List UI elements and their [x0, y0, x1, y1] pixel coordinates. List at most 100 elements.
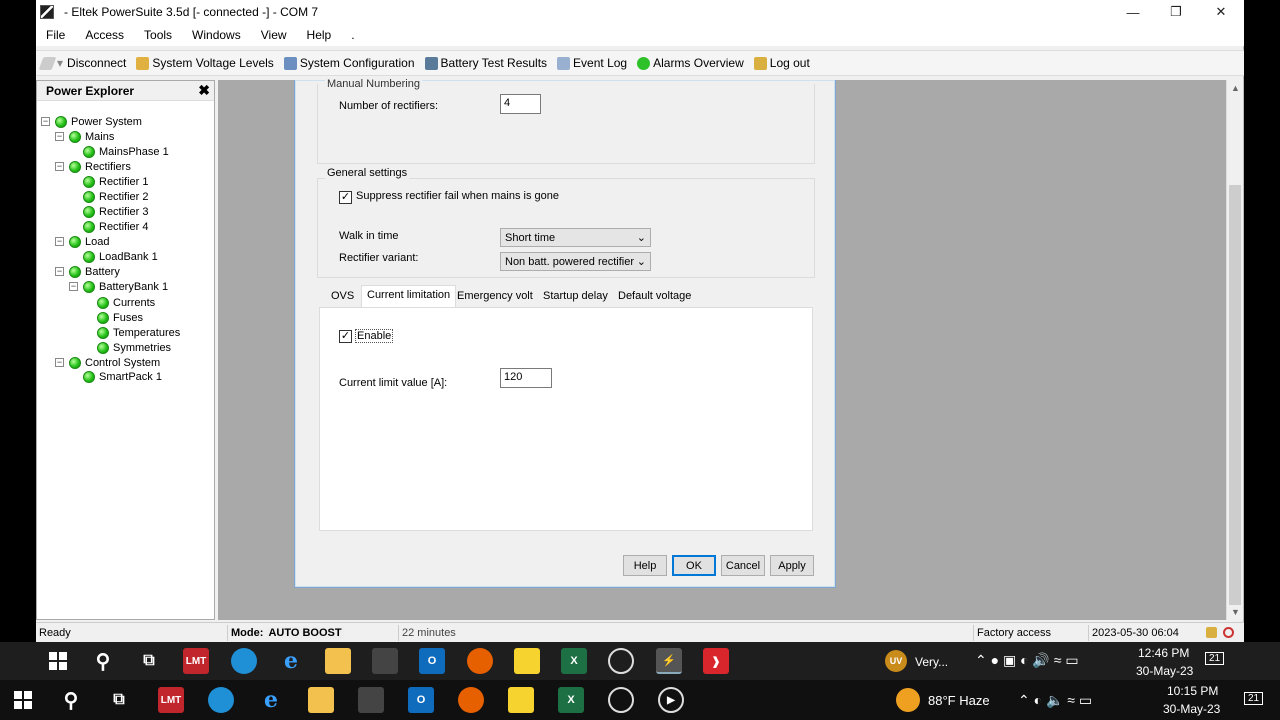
menu-windows[interactable]: Windows: [182, 28, 251, 42]
tab-current-limitation[interactable]: Current limitation: [361, 285, 457, 308]
num-rectifiers-input[interactable]: 4: [500, 94, 541, 114]
collapse-toggle-icon[interactable]: −: [55, 358, 64, 367]
close-icon[interactable]: ✖: [198, 82, 210, 99]
collapse-toggle-icon[interactable]: −: [55, 267, 64, 276]
tree-item[interactable]: Temperatures: [97, 325, 180, 340]
current-limit-input[interactable]: 120: [500, 368, 552, 388]
excel-icon[interactable]: X: [558, 687, 584, 713]
disconnect-button[interactable]: ▾ Disconnect: [36, 56, 131, 70]
tree-item[interactable]: Rectifier 3: [83, 204, 149, 219]
close-button[interactable]: ✕: [1199, 0, 1243, 24]
menu-tools[interactable]: Tools: [134, 28, 182, 42]
file-explorer-icon[interactable]: [325, 648, 351, 674]
windows-start-icon[interactable]: [45, 648, 71, 674]
clock-date[interactable]: 30-May-23: [1163, 702, 1220, 716]
outlook-icon[interactable]: O: [419, 648, 445, 674]
menu-access[interactable]: Access: [75, 28, 134, 42]
tree-item[interactable]: Symmetries: [97, 340, 171, 355]
tree-item[interactable]: BatteryBank 1: [83, 279, 168, 294]
tab-startup-delay[interactable]: Startup delay: [538, 287, 613, 307]
system-voltage-levels-button[interactable]: System Voltage Levels: [131, 56, 278, 70]
menu-help[interactable]: Help: [297, 28, 342, 42]
tree-item[interactable]: Battery: [69, 264, 120, 279]
tray-icons[interactable]: ⌃ ◐ 🔈 ≈ ▭: [1018, 692, 1092, 709]
tree-item[interactable]: Currents: [97, 295, 155, 310]
tree-item[interactable]: Rectifier 4: [83, 219, 149, 234]
app-icon[interactable]: [372, 648, 398, 674]
status-ok-icon: [97, 326, 109, 339]
tab-emergency-volt[interactable]: Emergency volt: [452, 287, 538, 307]
collapse-toggle-icon[interactable]: −: [69, 282, 78, 291]
search-icon[interactable]: ⚲: [58, 687, 84, 713]
tree-item[interactable]: Control System: [69, 355, 160, 370]
app-icon[interactable]: [358, 687, 384, 713]
tree-item[interactable]: Rectifiers: [69, 159, 131, 174]
ie-icon[interactable]: e: [258, 687, 284, 713]
edge-icon[interactable]: [208, 687, 234, 713]
tree-item[interactable]: MainsPhase 1: [83, 144, 169, 159]
obs-icon[interactable]: [608, 648, 634, 674]
tree-item[interactable]: Mains: [69, 129, 114, 144]
menu-file[interactable]: File: [36, 28, 75, 42]
sticky-notes-icon[interactable]: [514, 648, 540, 674]
firefox-icon[interactable]: [458, 687, 484, 713]
collapse-toggle-icon[interactable]: −: [55, 162, 64, 171]
weather-text[interactable]: Very...: [915, 655, 948, 669]
file-explorer-icon[interactable]: [308, 687, 334, 713]
obs-icon[interactable]: [608, 687, 634, 713]
firefox-icon[interactable]: [467, 648, 493, 674]
tree-item[interactable]: Rectifier 2: [83, 189, 149, 204]
lmt-app-icon[interactable]: LMT: [158, 687, 184, 713]
variant-select[interactable]: Non batt. powered rectifier ⌄: [500, 252, 651, 271]
enable-checkbox[interactable]: ✓: [339, 330, 352, 343]
tree-item[interactable]: LoadBank 1: [83, 249, 158, 264]
notification-badge[interactable]: 21: [1244, 692, 1264, 705]
help-button[interactable]: Help: [623, 555, 667, 576]
excel-icon[interactable]: X: [561, 648, 587, 674]
task-view-icon[interactable]: ⧉: [136, 648, 162, 674]
clock-time[interactable]: 12:46 PM: [1138, 646, 1189, 660]
tree-item[interactable]: Fuses: [97, 310, 143, 325]
restore-button[interactable]: ❐: [1154, 0, 1198, 24]
sticky-notes-icon[interactable]: [508, 687, 534, 713]
lmt-app-icon[interactable]: LMT: [183, 648, 209, 674]
system-configuration-button[interactable]: System Configuration: [279, 56, 420, 70]
search-icon[interactable]: ⚲: [90, 648, 116, 674]
cancel-button[interactable]: Cancel: [721, 555, 765, 576]
menu-view[interactable]: View: [251, 28, 297, 42]
task-view-icon[interactable]: ⧉: [106, 687, 132, 713]
outlook-icon[interactable]: O: [408, 687, 434, 713]
app-red-icon[interactable]: ❱: [703, 648, 729, 674]
scroll-thumb[interactable]: [1229, 185, 1241, 605]
menu-extra[interactable]: .: [341, 28, 364, 42]
tree-item[interactable]: Rectifier 1: [83, 174, 149, 189]
windows-start-icon[interactable]: [10, 687, 36, 713]
weather-text[interactable]: 88°F Haze: [928, 693, 990, 708]
tray-icons[interactable]: ⌃ ● ▣ ◐ 🔊 ≈ ▭: [975, 652, 1079, 669]
tree-item[interactable]: SmartPack 1: [83, 369, 162, 384]
tree-item[interactable]: Load: [69, 234, 109, 249]
suppress-checkbox[interactable]: ✓: [339, 191, 352, 204]
tab-ovs[interactable]: OVS: [326, 287, 359, 307]
collapse-toggle-icon[interactable]: −: [55, 237, 64, 246]
ie-icon[interactable]: e: [278, 648, 304, 674]
edge-icon[interactable]: [231, 648, 257, 674]
apply-button[interactable]: Apply: [770, 555, 814, 576]
battery-test-results-button[interactable]: Battery Test Results: [420, 56, 553, 70]
tab-default-voltage[interactable]: Default voltage: [613, 287, 696, 307]
log-out-button[interactable]: Log out: [749, 56, 815, 70]
powersuite-taskbar-icon[interactable]: ⚡: [656, 648, 682, 674]
alarms-overview-button[interactable]: Alarms Overview: [632, 56, 749, 70]
ok-button[interactable]: OK: [672, 555, 716, 576]
clock-date[interactable]: 30-May-23: [1136, 664, 1193, 678]
walk-in-select[interactable]: Short time ⌄: [500, 228, 651, 247]
minimize-button[interactable]: —: [1111, 0, 1155, 24]
clock-time[interactable]: 10:15 PM: [1167, 684, 1218, 698]
collapse-toggle-icon[interactable]: −: [55, 132, 64, 141]
tree-item[interactable]: Power System: [55, 114, 142, 129]
notification-badge[interactable]: 21: [1205, 652, 1225, 665]
vertical-scrollbar[interactable]: ▲ ▼: [1226, 80, 1243, 620]
event-log-button[interactable]: Event Log: [552, 56, 632, 70]
media-player-icon[interactable]: ▶: [658, 687, 684, 713]
collapse-toggle-icon[interactable]: −: [41, 117, 50, 126]
